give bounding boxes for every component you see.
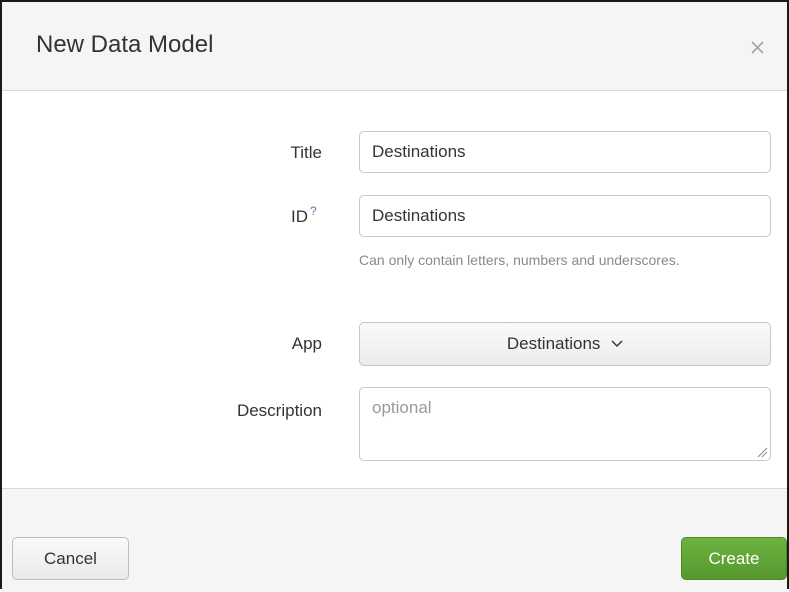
resize-grip-icon[interactable] [756, 446, 768, 458]
create-button[interactable]: Create [681, 537, 787, 580]
dialog-title: New Data Model [36, 31, 214, 58]
dialog-header: New Data Model [2, 2, 787, 91]
dialog-body: Title ID App Description ? Can only cont… [2, 91, 787, 487]
id-help-text: Can only contain letters, numbers and un… [359, 252, 680, 268]
id-label: ID [291, 207, 308, 226]
close-button[interactable] [742, 32, 772, 62]
id-input[interactable] [359, 195, 771, 237]
cancel-button[interactable]: Cancel [12, 537, 129, 580]
label-column: Title ID App Description [2, 91, 322, 487]
new-data-model-dialog: New Data Model Title ID App Description … [0, 0, 789, 592]
description-textarea[interactable] [359, 387, 771, 461]
app-selected-value: Destinations [506, 334, 601, 353]
app-label: App [291, 334, 322, 353]
title-input[interactable] [359, 131, 771, 173]
title-label: Title [290, 143, 323, 162]
id-help-link[interactable]: ? [310, 204, 317, 218]
app-dropdown[interactable]: Destinations [359, 322, 771, 366]
dialog-footer: Cancel Create [2, 488, 787, 592]
close-icon [751, 41, 764, 54]
description-label: Description [236, 401, 322, 420]
chevron-down-icon [611, 322, 623, 364]
